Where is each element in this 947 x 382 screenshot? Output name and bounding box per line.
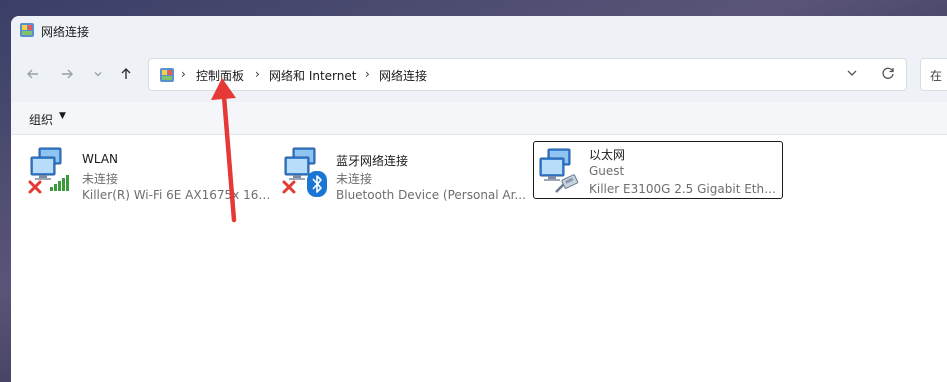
recent-locations-button[interactable] — [88, 64, 108, 84]
arrow-right-icon — [62, 69, 73, 79]
breadcrumb-separator: › — [181, 67, 186, 81]
connection-device: Bluetooth Device (Personal Ar... — [336, 188, 526, 202]
connection-status: Guest — [589, 164, 625, 178]
arrow-up-icon — [121, 68, 131, 79]
connection-name: 以太网 — [589, 148, 626, 162]
connection-name: WLAN — [82, 152, 119, 166]
command-bar: 组织 ▼ — [11, 102, 947, 135]
back-button[interactable] — [23, 64, 43, 84]
forward-button[interactable] — [57, 64, 77, 84]
connection-status: 未连接 — [336, 172, 373, 186]
breadcrumb-control-panel[interactable]: 控制面板 — [196, 67, 244, 84]
breadcrumb-network-internet[interactable]: 网络和 Internet — [269, 67, 356, 84]
refresh-icon[interactable] — [881, 66, 895, 80]
bluetooth-icon — [307, 171, 327, 197]
caret-down-icon[interactable]: ▼ — [59, 111, 66, 121]
connection-device: Killer(R) Wi-Fi 6E AX1675x 160... — [82, 188, 277, 202]
organize-button[interactable]: 组织 — [29, 111, 53, 128]
connection-name: 蓝牙网络连接 — [336, 154, 409, 168]
search-input[interactable]: 在 — [920, 58, 947, 91]
title-bar: 网络连接 — [11, 16, 947, 46]
breadcrumb-separator: › — [365, 67, 370, 81]
address-history-chevron-icon[interactable] — [846, 67, 858, 79]
chevron-down-icon — [94, 72, 102, 77]
connection-item-bluetooth[interactable]: 蓝牙网络连接 未连接 Bluetooth Device (Personal Ar… — [281, 144, 531, 202]
arrow-left-icon — [27, 69, 38, 79]
disconnected-x-icon — [282, 180, 296, 194]
navigation-bar: › 控制面板 › 网络和 Internet › 网络连接 在 — [11, 46, 947, 102]
breadcrumb-separator: › — [255, 67, 260, 81]
connections-list: WLAN 未连接 Killer(R) Wi-Fi 6E AX1675x 160.… — [11, 136, 947, 382]
control-panel-icon — [160, 68, 174, 82]
connection-status: 未连接 — [82, 172, 119, 186]
control-panel-icon — [20, 23, 34, 37]
window-title: 网络连接 — [41, 25, 90, 39]
disconnected-x-icon — [28, 180, 42, 194]
search-placeholder: 在 — [930, 69, 943, 83]
connection-device: Killer E3100G 2.5 Gigabit Ether... — [589, 182, 781, 196]
up-button[interactable] — [116, 64, 136, 84]
ethernet-cable-icon — [555, 174, 579, 193]
breadcrumb-network-connections[interactable]: 网络连接 — [379, 67, 427, 84]
connection-item-wlan[interactable]: WLAN 未连接 Killer(R) Wi-Fi 6E AX1675x 160.… — [27, 144, 277, 202]
address-bar[interactable]: › 控制面板 › 网络和 Internet › 网络连接 — [148, 58, 907, 91]
wifi-signal-icon — [50, 175, 69, 191]
network-connections-window: 网络连接 › 控制面板 › 网络和 Internet › 网络连接 在 组织 ▼… — [11, 16, 947, 382]
connection-item-ethernet[interactable]: 以太网 Guest Killer E3100G 2.5 Gigabit Ethe… — [533, 141, 783, 199]
